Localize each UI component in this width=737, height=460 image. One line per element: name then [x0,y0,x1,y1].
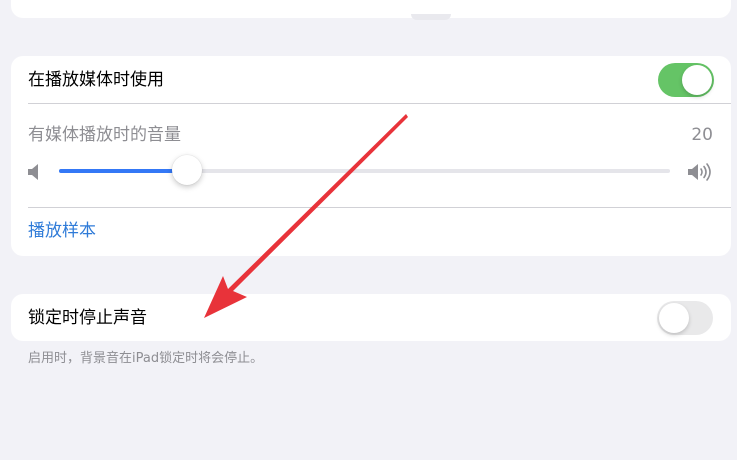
play-sample-link[interactable]: 播放样本 [28,221,96,241]
divider [28,207,731,208]
use-during-media-label: 在播放媒体时使用 [28,70,164,90]
divider [28,103,731,104]
volume-slider-fill [59,169,188,173]
toggle-knob [659,303,689,333]
partial-control-fragment [411,14,451,20]
media-volume-value: 20 [691,125,713,145]
lock-settings-card: 锁定时停止声音 [11,294,731,341]
speaker-low-icon [28,164,38,180]
media-volume-label: 有媒体播放时的音量 [28,125,181,145]
use-during-media-toggle[interactable] [658,63,714,97]
stop-on-lock-label: 锁定时停止声音 [28,308,147,328]
previous-settings-card [11,0,731,20]
lock-footnote: 启用时，背景音在iPad锁定时将会停止。 [28,351,264,366]
stop-on-lock-toggle[interactable] [657,301,713,335]
volume-slider-thumb[interactable] [172,155,203,185]
volume-slider[interactable] [59,155,670,185]
toggle-knob [682,65,712,95]
speaker-high-icon [688,163,711,181]
media-settings-card: 在播放媒体时使用 有媒体播放时的音量 20 播放样本 [11,56,731,256]
